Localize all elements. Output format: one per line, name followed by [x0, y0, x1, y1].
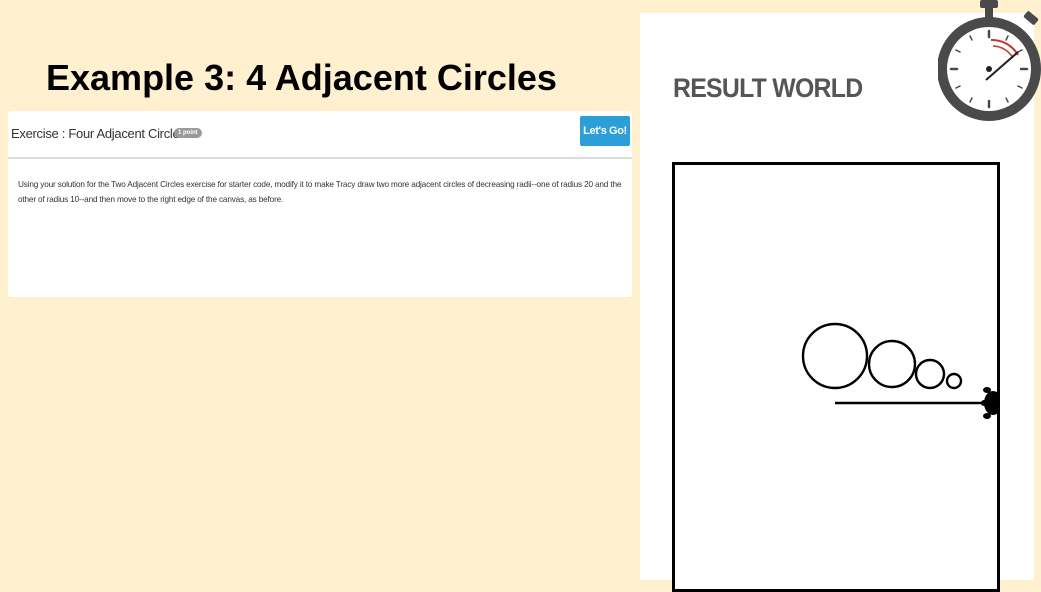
circle-tiny — [945, 372, 963, 390]
stopwatch-icon — [938, 0, 1041, 121]
canvas-drawing — [801, 322, 997, 419]
circle-large — [801, 322, 869, 390]
lets-go-button[interactable]: Let's Go! — [580, 116, 630, 146]
exercise-title: Exercise : Four Adjacent Circles — [11, 126, 186, 141]
turtle-icon — [981, 387, 997, 419]
circle-small — [914, 358, 946, 390]
slide-title-bold: 4 Adjacent Circles — [246, 57, 557, 98]
circle-medium — [867, 339, 917, 389]
exercise-header: Exercise : Four Adjacent Circles 1 point… — [8, 111, 632, 159]
point-badge: 1 point — [174, 128, 202, 138]
exercise-description: Using your solution for the Two Adjacent… — [18, 180, 622, 204]
slide-title: Example 3: 4 Adjacent Circles — [46, 56, 557, 100]
slide-title-prefix: Example 3: — [46, 57, 247, 98]
exercise-card: Exercise : Four Adjacent Circles 1 point… — [8, 111, 632, 297]
result-world-title: RESULT WORLD — [673, 73, 863, 103]
result-canvas — [672, 162, 1000, 592]
